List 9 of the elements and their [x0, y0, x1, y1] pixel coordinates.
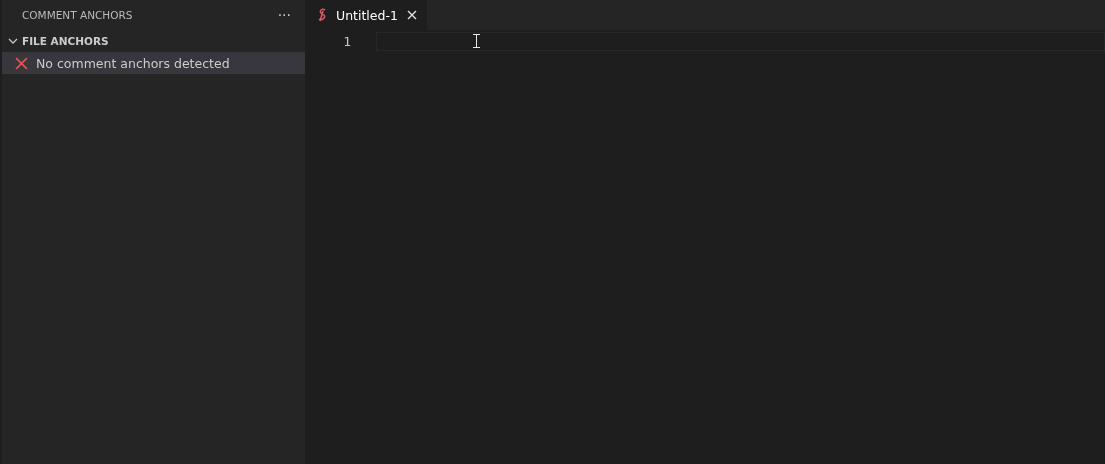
section-header[interactable]: FILE ANCHORS: [2, 30, 305, 52]
panel-title: COMMENT ANCHORS: [22, 9, 133, 21]
text-cursor-icon: [473, 34, 480, 48]
line-number: 1: [342, 34, 351, 49]
more-actions-button[interactable]: ···: [277, 7, 291, 23]
editor-tab[interactable]: Untitled-1: [305, 0, 427, 30]
error-icon: [15, 56, 28, 70]
tree-item[interactable]: No comment anchors detected: [2, 52, 305, 74]
chevron-icon: [8, 36, 18, 46]
